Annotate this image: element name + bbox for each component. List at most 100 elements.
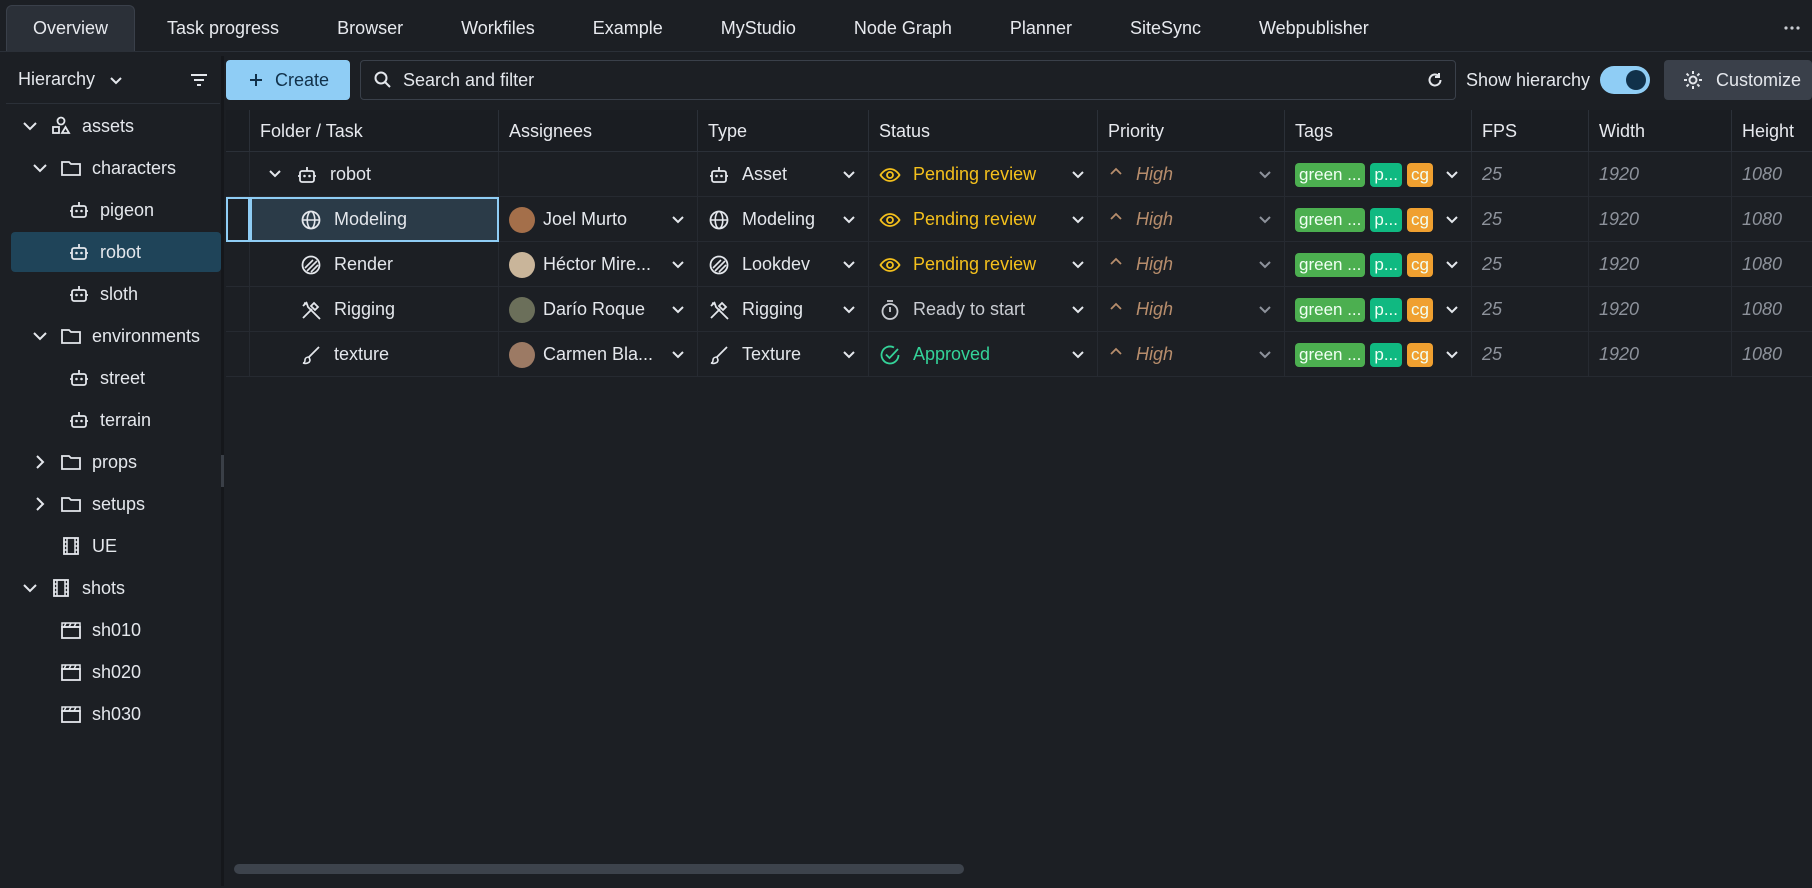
cell-height[interactable]: 1080 — [1732, 332, 1812, 377]
chevron-down-icon[interactable] — [1069, 165, 1087, 183]
cell-tags[interactable]: green ... p... cg — [1285, 242, 1472, 287]
cell-fps[interactable]: 25 — [1472, 242, 1589, 287]
chevron-down-icon[interactable] — [30, 326, 50, 346]
chevron-down-icon[interactable] — [1443, 300, 1461, 318]
tab-task-progress[interactable]: Task progress — [141, 5, 305, 51]
chevron-down-icon[interactable] — [1069, 255, 1087, 273]
table-row[interactable]: texture Carmen Bla... Texture Approved H… — [226, 332, 1812, 377]
tab-workfiles[interactable]: Workfiles — [435, 5, 561, 51]
chevron-down-icon[interactable] — [669, 210, 687, 228]
cell-height[interactable]: 1080 — [1732, 197, 1812, 242]
cell-tags[interactable]: green ... p... cg — [1285, 287, 1472, 332]
create-button[interactable]: Create — [226, 60, 350, 100]
chevron-down-icon[interactable] — [840, 300, 858, 318]
cell-width[interactable]: 1920 — [1589, 197, 1732, 242]
cell-folder-task[interactable]: robot — [250, 152, 499, 197]
cell-status[interactable]: Pending review — [869, 152, 1098, 197]
tab-example[interactable]: Example — [567, 5, 689, 51]
cell-status[interactable]: Approved — [869, 332, 1098, 377]
horizontal-scrollbar[interactable] — [234, 864, 964, 874]
cell-width[interactable]: 1920 — [1589, 332, 1732, 377]
chevron-right-icon[interactable] — [30, 494, 50, 514]
tree-item-assets[interactable]: assets — [20, 106, 134, 146]
cell-type[interactable]: Asset — [698, 152, 869, 197]
chevron-down-icon[interactable] — [1256, 165, 1274, 183]
cell-type[interactable]: Modeling — [698, 197, 869, 242]
header-fps[interactable]: FPS — [1472, 110, 1589, 152]
tree-item-sloth[interactable]: sloth — [68, 274, 138, 314]
cell-tags[interactable]: green ... p... cg — [1285, 152, 1472, 197]
cell-assignees[interactable]: Carmen Bla... — [499, 332, 698, 377]
header-status[interactable]: Status — [869, 110, 1098, 152]
cell-fps[interactable]: 25 — [1472, 197, 1589, 242]
tree-item-sh010[interactable]: sh010 — [60, 610, 141, 650]
chevron-down-icon[interactable] — [669, 345, 687, 363]
tree-item-setups[interactable]: setups — [30, 484, 145, 524]
cell-folder-task[interactable]: Render — [250, 242, 499, 287]
tree-item-environments[interactable]: environments — [30, 316, 200, 356]
tree-item-characters[interactable]: characters — [30, 148, 176, 188]
tree-item-pigeon[interactable]: pigeon — [68, 190, 154, 230]
tree-item-shots[interactable]: shots — [20, 568, 125, 608]
customize-button[interactable]: Customize — [1664, 60, 1812, 100]
cell-priority[interactable]: High — [1098, 332, 1285, 377]
cell-width[interactable]: 1920 — [1589, 152, 1732, 197]
cell-height[interactable]: 1080 — [1732, 287, 1812, 332]
header-priority[interactable]: Priority — [1098, 110, 1285, 152]
chevron-down-icon[interactable] — [1443, 345, 1461, 363]
tab-overview[interactable]: Overview — [6, 5, 136, 51]
tree-item-terrain[interactable]: terrain — [68, 400, 151, 440]
cell-folder-task[interactable]: Modeling — [250, 197, 499, 242]
cell-priority[interactable]: High — [1098, 197, 1285, 242]
table-row[interactable]: Modeling Joel Murto Modeling Pending rev… — [226, 197, 1812, 242]
chevron-down-icon[interactable] — [1069, 210, 1087, 228]
cell-fps[interactable]: 25 — [1472, 332, 1589, 377]
cell-status[interactable]: Ready to start — [869, 287, 1098, 332]
cell-assignees[interactable]: Héctor Mire... — [499, 242, 698, 287]
cell-priority[interactable]: High — [1098, 242, 1285, 287]
cell-height[interactable]: 1080 — [1732, 152, 1812, 197]
chevron-down-icon[interactable] — [669, 255, 687, 273]
cell-status[interactable]: Pending review — [869, 242, 1098, 287]
chevron-down-icon[interactable] — [840, 255, 858, 273]
cell-assignees[interactable] — [499, 152, 698, 197]
cell-assignees[interactable]: Darío Roque — [499, 287, 698, 332]
cell-type[interactable]: Texture — [698, 332, 869, 377]
show-hierarchy-toggle[interactable] — [1600, 66, 1651, 94]
tab-sitesync[interactable]: SiteSync — [1104, 5, 1227, 51]
cell-type[interactable]: Lookdev — [698, 242, 869, 287]
header-type[interactable]: Type — [698, 110, 869, 152]
cell-fps[interactable]: 25 — [1472, 287, 1589, 332]
tab-mystudio[interactable]: MyStudio — [695, 5, 822, 51]
tree-item-robot[interactable]: robot — [11, 232, 221, 272]
row-selector[interactable] — [226, 242, 250, 287]
row-selector[interactable] — [226, 287, 250, 332]
chevron-down-icon[interactable] — [1443, 210, 1461, 228]
chevron-down-icon[interactable] — [1256, 300, 1274, 318]
tree-item-ue[interactable]: UE — [60, 526, 117, 566]
chevron-right-icon[interactable] — [30, 452, 50, 472]
tree-item-sh030[interactable]: sh030 — [60, 694, 141, 734]
splitter-grip[interactable] — [221, 455, 224, 487]
table-row[interactable]: Rigging Darío Roque Rigging Ready to sta… — [226, 287, 1812, 332]
row-selector[interactable] — [226, 332, 250, 377]
tree-item-street[interactable]: street — [68, 358, 145, 398]
chevron-down-icon[interactable] — [20, 578, 40, 598]
cell-folder-task[interactable]: Rigging — [250, 287, 499, 332]
cell-width[interactable]: 1920 — [1589, 242, 1732, 287]
chevron-down-icon[interactable] — [266, 164, 284, 186]
more-icon[interactable] — [1782, 16, 1802, 36]
chevron-down-icon[interactable] — [1256, 255, 1274, 273]
cell-type[interactable]: Rigging — [698, 287, 869, 332]
chevron-down-icon[interactable] — [30, 158, 50, 178]
row-selector[interactable] — [226, 197, 250, 242]
header-assignees[interactable]: Assignees — [499, 110, 698, 152]
chevron-down-icon[interactable] — [20, 116, 40, 136]
cell-fps[interactable]: 25 — [1472, 152, 1589, 197]
header-width[interactable]: Width — [1589, 110, 1732, 152]
header-folder-task[interactable]: Folder / Task — [250, 110, 499, 152]
table-row[interactable]: Render Héctor Mire... Lookdev Pending re… — [226, 242, 1812, 287]
chevron-down-icon[interactable] — [840, 165, 858, 183]
cell-priority[interactable]: High — [1098, 152, 1285, 197]
tab-node-graph[interactable]: Node Graph — [828, 5, 978, 51]
